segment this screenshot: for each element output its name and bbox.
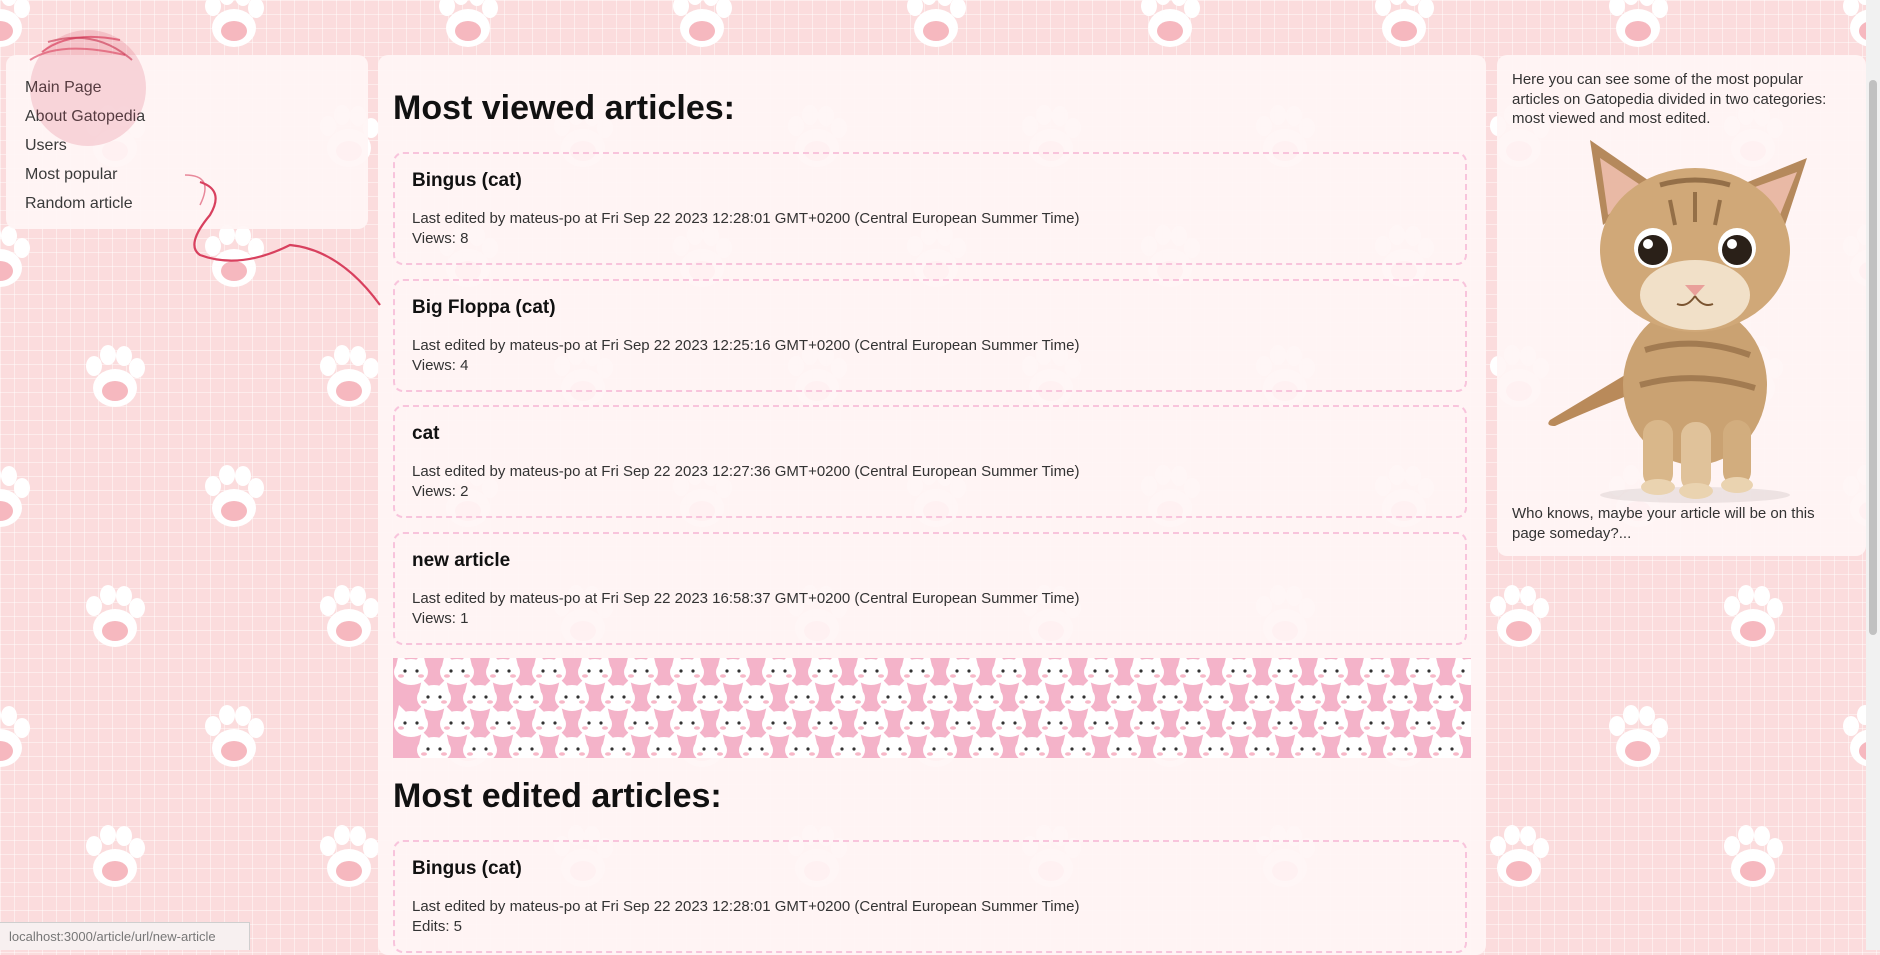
cat-face-icon bbox=[1199, 731, 1233, 758]
paw-print-icon bbox=[86, 585, 145, 647]
paw-print-icon bbox=[1490, 825, 1549, 887]
info-intro-text: Here you can see some of the most popula… bbox=[1512, 71, 1827, 127]
paw-print-icon bbox=[205, 465, 264, 527]
article-title-link[interactable]: Bingus (cat) bbox=[412, 170, 1448, 192]
cat-face-icon bbox=[831, 731, 865, 758]
article-meta: Last edited by mateus-po at Fri Sep 22 2… bbox=[412, 898, 1080, 915]
paw-print-icon bbox=[205, 0, 264, 47]
paw-print-icon bbox=[1609, 705, 1668, 767]
paw-print-icon bbox=[0, 466, 30, 527]
cat-faces-pattern bbox=[394, 658, 1471, 758]
paw-print-icon bbox=[320, 345, 379, 407]
article-views: Views: 8 bbox=[412, 230, 469, 247]
nav-item-about[interactable]: About Gatopedia bbox=[25, 102, 368, 131]
paw-print-icon bbox=[320, 585, 379, 647]
link-preview-status-bar: localhost:3000/article/url/new-article bbox=[0, 922, 250, 950]
cat-face-icon bbox=[509, 731, 543, 758]
cat-face-icon bbox=[1429, 731, 1463, 758]
paw-print-icon bbox=[1141, 0, 1200, 47]
article-meta: Last edited by mateus-po at Fri Sep 22 2… bbox=[412, 590, 1080, 607]
navigation-panel: Main Page About Gatopedia Users Most pop… bbox=[6, 55, 368, 229]
nav-item-most-popular[interactable]: Most popular bbox=[25, 160, 368, 189]
nav-item-main-page[interactable]: Main Page bbox=[25, 73, 368, 102]
article-card: new article Last edited by mateus-po at … bbox=[393, 532, 1467, 645]
cat-face-icon bbox=[1452, 658, 1471, 685]
article-title-link[interactable]: new article bbox=[412, 550, 1448, 572]
article-edits: Edits: 5 bbox=[412, 918, 463, 935]
paw-print-icon bbox=[0, 706, 30, 767]
article-title-link[interactable]: Big Floppa (cat) bbox=[412, 297, 1448, 319]
cat-face-icon bbox=[785, 731, 819, 758]
paw-print-icon bbox=[1609, 0, 1668, 47]
cat-face-icon bbox=[1245, 731, 1279, 758]
article-meta: Last edited by mateus-po at Fri Sep 22 2… bbox=[412, 210, 1080, 227]
cat-face-icon bbox=[417, 731, 451, 758]
article-meta: Last edited by mateus-po at Fri Sep 22 2… bbox=[412, 337, 1080, 354]
paw-print-icon bbox=[320, 825, 379, 887]
paw-print-icon bbox=[1375, 0, 1434, 47]
cat-face-icon bbox=[693, 731, 727, 758]
cat-face-icon bbox=[923, 731, 957, 758]
cat-face-icon bbox=[1107, 731, 1141, 758]
article-meta: Last edited by mateus-po at Fri Sep 22 2… bbox=[412, 463, 1080, 480]
main-content: Most viewed articles: Bingus (cat) Last … bbox=[378, 55, 1486, 955]
paw-print-icon bbox=[0, 0, 30, 47]
article-card: Big Floppa (cat) Last edited by mateus-p… bbox=[393, 279, 1467, 392]
cat-face-icon bbox=[1337, 731, 1371, 758]
article-views: Views: 2 bbox=[412, 483, 469, 500]
most-viewed-heading: Most viewed articles: bbox=[393, 89, 736, 127]
info-outro-text: Who knows, maybe your article will be on… bbox=[1512, 505, 1815, 542]
paw-print-icon bbox=[1724, 585, 1783, 647]
article-views: Views: 4 bbox=[412, 357, 469, 374]
article-views: Views: 1 bbox=[412, 610, 469, 627]
cat-face-icon bbox=[1383, 731, 1417, 758]
most-edited-heading: Most edited articles: bbox=[393, 777, 722, 815]
cat-face-icon bbox=[1291, 731, 1325, 758]
page: { "nav": { "items": [ {"label": "Main Pa… bbox=[0, 0, 1880, 955]
paw-print-icon bbox=[86, 825, 145, 887]
cat-faces-banner bbox=[393, 658, 1471, 758]
scrollbar[interactable] bbox=[1866, 0, 1880, 950]
nav-list: Main Page About Gatopedia Users Most pop… bbox=[6, 55, 368, 218]
paw-print-icon bbox=[86, 345, 145, 407]
paw-print-icon bbox=[205, 705, 264, 767]
article-card: cat Last edited by mateus-po at Fri Sep … bbox=[393, 405, 1467, 518]
cat-face-icon bbox=[463, 731, 497, 758]
cat-face-icon bbox=[1153, 731, 1187, 758]
paw-print-icon bbox=[0, 226, 30, 287]
paw-print-icon bbox=[673, 0, 732, 47]
paw-print-icon bbox=[1724, 825, 1783, 887]
paw-print-icon bbox=[439, 0, 498, 47]
cat-face-icon bbox=[969, 731, 1003, 758]
paw-print-icon bbox=[907, 0, 966, 47]
cat-face-icon bbox=[555, 731, 589, 758]
scrollbar-thumb[interactable] bbox=[1869, 80, 1877, 635]
kitten-image bbox=[1548, 140, 1807, 503]
article-title-link[interactable]: Bingus (cat) bbox=[412, 858, 1448, 880]
cat-face-icon bbox=[647, 731, 681, 758]
paw-print-icon bbox=[205, 225, 264, 287]
cat-face-icon bbox=[1452, 705, 1471, 737]
cat-face-icon bbox=[601, 731, 635, 758]
nav-item-random-article[interactable]: Random article bbox=[25, 189, 368, 218]
article-card: Bingus (cat) Last edited by mateus-po at… bbox=[393, 840, 1467, 953]
cat-face-icon bbox=[1061, 731, 1095, 758]
article-title-link[interactable]: cat bbox=[412, 423, 1448, 445]
cat-face-icon bbox=[1015, 731, 1049, 758]
paw-print-icon bbox=[1490, 585, 1549, 647]
cat-face-icon bbox=[877, 731, 911, 758]
cat-face-icon bbox=[739, 731, 773, 758]
nav-item-users[interactable]: Users bbox=[25, 131, 368, 160]
info-panel: Here you can see some of the most popula… bbox=[1497, 55, 1866, 556]
article-card: Bingus (cat) Last edited by mateus-po at… bbox=[393, 152, 1467, 265]
